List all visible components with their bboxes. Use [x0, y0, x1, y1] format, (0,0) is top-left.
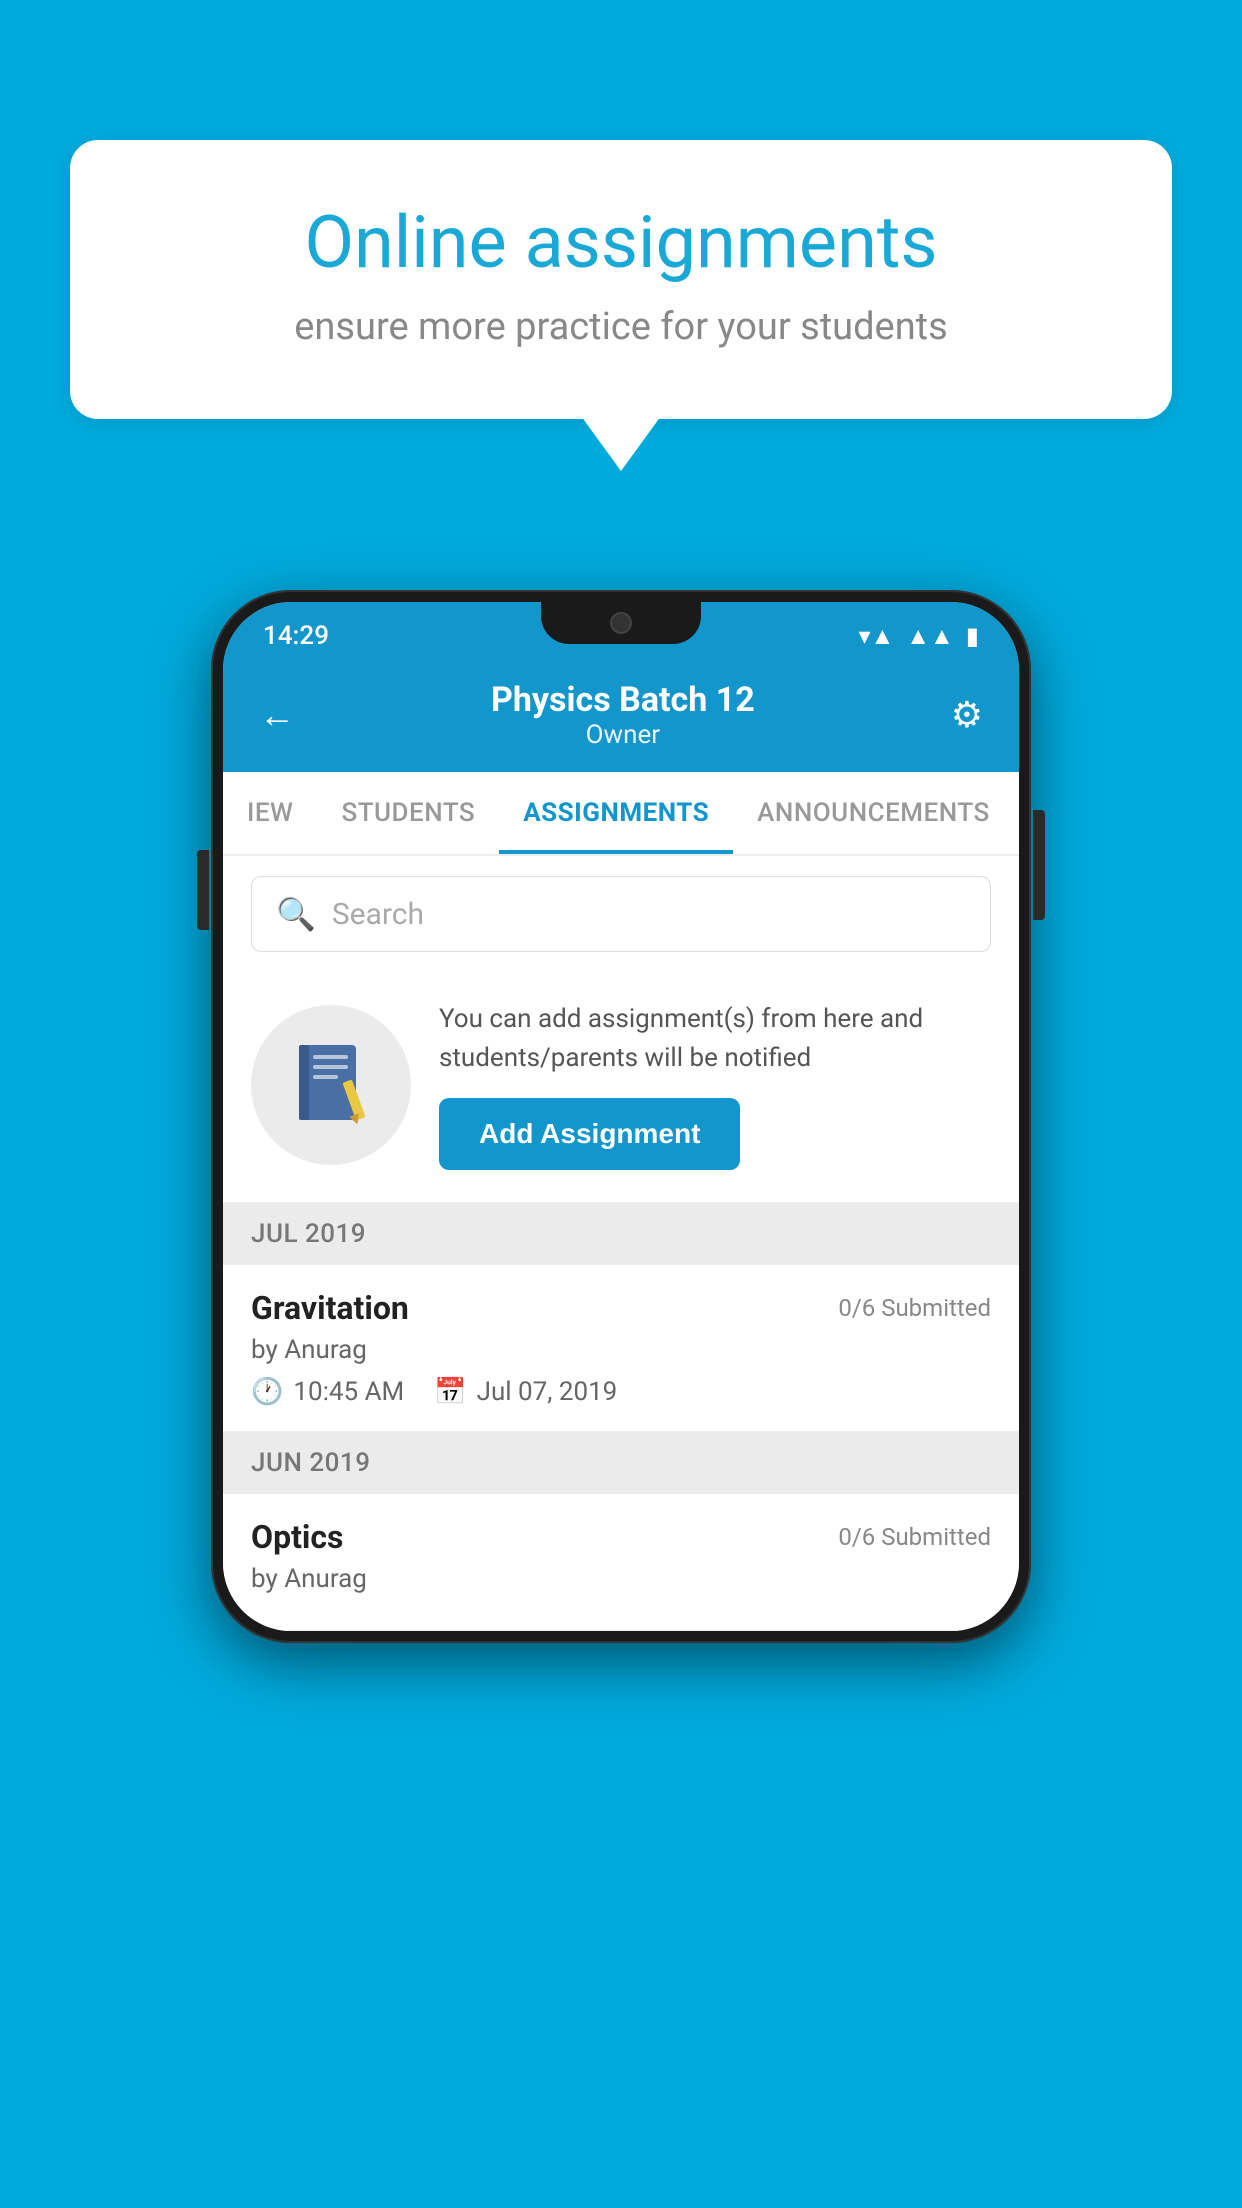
assignment-date-gravitation: 📅 Jul 07, 2019	[434, 1377, 617, 1407]
assignment-top: Gravitation 0/6 Submitted	[251, 1289, 991, 1327]
tab-announcements[interactable]: ANNOUNCEMENTS	[733, 772, 1014, 854]
assignment-time-text: 10:45 AM	[293, 1377, 404, 1407]
assignment-submitted-optics: 0/6 Submitted	[838, 1523, 991, 1551]
assignment-submitted-gravitation: 0/6 Submitted	[838, 1294, 991, 1322]
section-header-jun2019: JUN 2019	[223, 1432, 1019, 1494]
calendar-icon: 📅	[434, 1377, 466, 1407]
promo-icon-circle	[251, 1005, 411, 1165]
settings-icon[interactable]: ⚙	[951, 694, 983, 736]
assignment-title-optics: Optics	[251, 1518, 343, 1556]
bubble-subtitle: ensure more practice for your students	[140, 305, 1102, 349]
search-container: 🔍 Search	[223, 856, 1019, 972]
wifi-icon: ▾▲	[858, 622, 894, 651]
assignment-author-optics: by Anurag	[251, 1564, 991, 1594]
speech-bubble-container: Online assignments ensure more practice …	[70, 140, 1172, 419]
header-subtitle: Owner	[491, 720, 755, 750]
clock-icon: 🕐	[251, 1377, 283, 1407]
battery-icon: ▮	[966, 622, 979, 650]
add-assignment-button[interactable]: Add Assignment	[439, 1098, 740, 1170]
back-button[interactable]: ←	[259, 694, 295, 736]
phone-inner: 14:29 ▾▲ ▲▲ ▮ ← Physics Batch 12 Owner ⚙…	[223, 602, 1019, 1631]
add-assignment-promo: You can add assignment(s) from here and …	[223, 972, 1019, 1203]
phone-outer: 14:29 ▾▲ ▲▲ ▮ ← Physics Batch 12 Owner ⚙…	[211, 590, 1031, 1643]
speech-bubble: Online assignments ensure more practice …	[70, 140, 1172, 419]
tabs-bar: IEW STUDENTS ASSIGNMENTS ANNOUNCEMENTS	[223, 772, 1019, 856]
app-header: ← Physics Batch 12 Owner ⚙	[223, 662, 1019, 772]
assignment-title-gravitation: Gravitation	[251, 1289, 409, 1327]
search-icon: 🔍	[276, 895, 316, 933]
phone-mockup: 14:29 ▾▲ ▲▲ ▮ ← Physics Batch 12 Owner ⚙…	[211, 590, 1031, 1643]
front-camera	[610, 612, 632, 634]
tab-assignments[interactable]: ASSIGNMENTS	[499, 772, 733, 854]
assignment-time-gravitation: 🕐 10:45 AM	[251, 1377, 404, 1407]
search-placeholder: Search	[332, 897, 424, 932]
phone-notch	[541, 602, 701, 644]
assignment-item-gravitation[interactable]: Gravitation 0/6 Submitted by Anurag 🕐 10…	[223, 1265, 1019, 1432]
status-time: 14:29	[263, 621, 329, 651]
tab-students[interactable]: STUDENTS	[317, 772, 499, 854]
assignment-author-gravitation: by Anurag	[251, 1335, 991, 1365]
search-box[interactable]: 🔍 Search	[251, 876, 991, 952]
header-title-group: Physics Batch 12 Owner	[491, 680, 755, 750]
assignment-top-optics: Optics 0/6 Submitted	[251, 1518, 991, 1556]
assignment-item-optics[interactable]: Optics 0/6 Submitted by Anurag	[223, 1494, 1019, 1631]
header-title: Physics Batch 12	[491, 680, 755, 720]
status-icons: ▾▲ ▲▲ ▮	[858, 622, 979, 651]
promo-right: You can add assignment(s) from here and …	[439, 1000, 991, 1170]
tab-iew[interactable]: IEW	[223, 772, 317, 854]
assignment-date-text: Jul 07, 2019	[477, 1377, 618, 1407]
bubble-title: Online assignments	[140, 200, 1102, 285]
signal-icon: ▲▲	[906, 622, 954, 651]
assignment-meta-gravitation: 🕐 10:45 AM 📅 Jul 07, 2019	[251, 1377, 991, 1407]
section-header-jul2019: JUL 2019	[223, 1203, 1019, 1265]
promo-text: You can add assignment(s) from here and …	[439, 1000, 991, 1078]
notebook-svg-icon	[291, 1040, 371, 1130]
